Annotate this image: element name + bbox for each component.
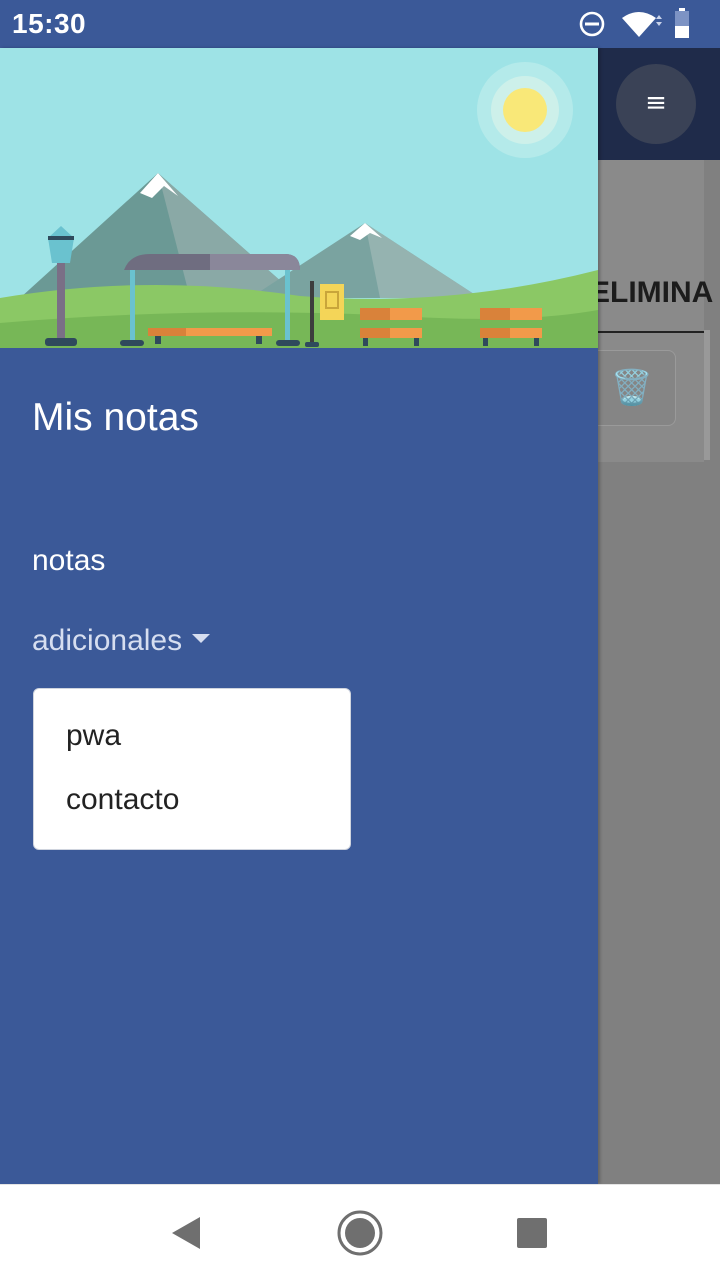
battery-icon	[675, 8, 689, 38]
recents-icon[interactable]	[516, 1217, 548, 1249]
menu-button[interactable]: ≡	[616, 64, 696, 144]
app-header: ≡	[598, 48, 720, 160]
status-bar: 15:30	[0, 0, 720, 48]
home-icon[interactable]	[337, 1210, 383, 1256]
scrollbar[interactable]	[704, 330, 710, 460]
tab-eliminar[interactable]: ELIMINA	[590, 276, 713, 310]
caret-down-icon	[192, 633, 211, 643]
nav-item-notas[interactable]: notas	[32, 544, 105, 578]
dropdown-item-pwa[interactable]: pwa	[66, 719, 121, 753]
dropdown-item-contacto[interactable]: contacto	[66, 783, 179, 817]
wifi-icon	[622, 12, 662, 37]
status-time: 15:30	[12, 8, 87, 39]
drawer-title: Mis notas	[32, 396, 199, 439]
nav-item-adicionales[interactable]: adicionales	[32, 624, 211, 658]
trash-icon: 🗑️	[610, 369, 654, 407]
system-navigation-bar	[0, 1184, 720, 1281]
back-icon[interactable]	[170, 1215, 204, 1251]
nav-item-adicionales-label: adicionales	[32, 624, 183, 657]
tab-underline	[598, 331, 704, 333]
adicionales-dropdown-menu: pwa contacto	[33, 688, 351, 850]
app-background: ≡ ELIMINA 🗑️	[588, 48, 720, 1184]
trash-button[interactable]: 🗑️	[588, 350, 676, 426]
drawer-header-illustration	[0, 48, 598, 348]
do-not-disturb-icon	[579, 11, 605, 37]
navigation-drawer: Mis notas notas adicionales pwa contacto	[0, 48, 598, 1184]
